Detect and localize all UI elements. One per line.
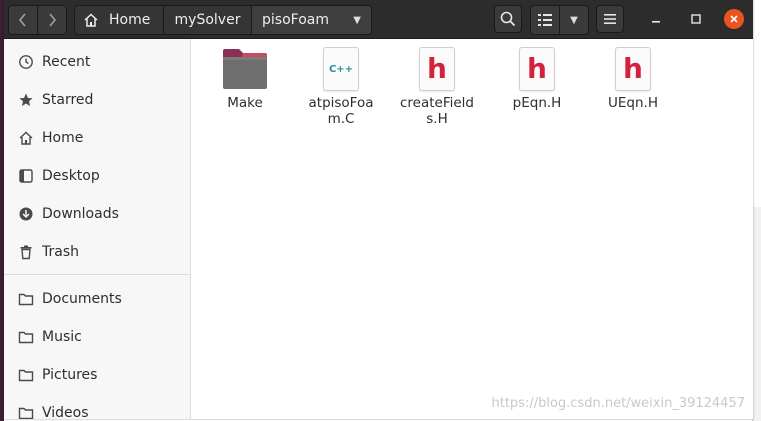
watermark: https://blog.csdn.net/weixin_39124457 bbox=[491, 396, 745, 411]
star-icon bbox=[18, 92, 34, 108]
header-file-icon: h bbox=[519, 47, 555, 91]
file-name: Make bbox=[227, 95, 263, 111]
folder-icon bbox=[223, 49, 267, 89]
chevron-down-icon: ▼ bbox=[353, 14, 361, 26]
sidebar-item-music[interactable]: Music bbox=[4, 320, 190, 354]
file-grid: Make C++ atpisoFoam.C h createFields.H h… bbox=[191, 39, 753, 419]
sidebar-item-desktop[interactable]: Desktop bbox=[4, 159, 190, 193]
folder-icon bbox=[18, 405, 34, 419]
path-pisofoam-button[interactable]: pisoFoam ▼ bbox=[251, 6, 371, 34]
chevron-down-icon: ▼ bbox=[570, 14, 578, 26]
file-name: createFields.H bbox=[399, 95, 474, 127]
sidebar-item-home[interactable]: Home bbox=[4, 121, 190, 155]
folder-icon bbox=[18, 367, 34, 383]
sidebar-item-label: Documents bbox=[42, 291, 122, 307]
header-file-icon: h bbox=[419, 47, 455, 91]
sidebar-item-videos[interactable]: Videos bbox=[4, 396, 190, 419]
desktop-icon bbox=[18, 168, 34, 184]
sidebar-item-pictures[interactable]: Pictures bbox=[4, 358, 190, 392]
sidebar-separator bbox=[4, 274, 190, 275]
path-mysolver-button[interactable]: mySolver bbox=[163, 6, 251, 34]
sidebar-item-label: Home bbox=[42, 130, 84, 146]
home-icon bbox=[83, 12, 99, 28]
list-view-icon bbox=[538, 14, 552, 26]
folder-icon bbox=[18, 329, 34, 345]
sidebar-item-starred[interactable]: Starred bbox=[4, 83, 190, 117]
folder-icon bbox=[18, 291, 34, 307]
file-item-ueqn-h[interactable]: h UEqn.H bbox=[593, 47, 673, 111]
header-bar: Home mySolver pisoFoam ▼ ▼ bbox=[4, 0, 753, 39]
sidebar-item-label: Trash bbox=[42, 244, 79, 260]
search-icon bbox=[500, 11, 516, 27]
hamburger-menu-icon bbox=[604, 14, 616, 24]
header-file-icon: h bbox=[615, 47, 651, 91]
forward-button[interactable] bbox=[37, 6, 66, 34]
header-badge: h bbox=[623, 52, 643, 85]
sidebar-item-label: Recent bbox=[42, 54, 91, 70]
file-item-createfields-h[interactable]: h createFields.H bbox=[397, 47, 477, 127]
path-mysolver-label: mySolver bbox=[174, 12, 241, 28]
file-item-atpisofoam-c[interactable]: C++ atpisoFoam.C bbox=[301, 47, 381, 127]
chevron-left-icon bbox=[18, 13, 26, 27]
list-view-button[interactable] bbox=[531, 6, 559, 34]
header-badge: h bbox=[527, 52, 547, 85]
sidebar-item-downloads[interactable]: Downloads bbox=[4, 197, 190, 231]
close-button[interactable] bbox=[724, 9, 744, 29]
nav-buttons bbox=[8, 5, 67, 35]
cpp-badge: C++ bbox=[328, 63, 354, 75]
path-pisofoam-label: pisoFoam bbox=[262, 12, 329, 28]
file-name: pEqn.H bbox=[512, 95, 562, 111]
file-manager-window: Home mySolver pisoFoam ▼ ▼ Recent Starre… bbox=[4, 0, 753, 419]
home-icon bbox=[18, 130, 34, 146]
sidebar-item-trash[interactable]: Trash bbox=[4, 235, 190, 269]
sidebar-item-label: Downloads bbox=[42, 206, 119, 222]
file-name: UEqn.H bbox=[608, 95, 658, 111]
minimize-icon bbox=[652, 21, 660, 23]
header-badge: h bbox=[427, 52, 447, 85]
file-item-make[interactable]: Make bbox=[205, 47, 285, 111]
path-bar: Home mySolver pisoFoam ▼ bbox=[74, 5, 372, 35]
cpp-file-icon: C++ bbox=[323, 47, 359, 91]
close-icon bbox=[730, 15, 738, 23]
sidebar-item-label: Pictures bbox=[42, 367, 98, 383]
maximize-icon bbox=[691, 14, 701, 24]
chevron-right-icon bbox=[49, 13, 57, 27]
sidebar-item-label: Videos bbox=[42, 405, 89, 419]
view-options-group: ▼ bbox=[530, 5, 589, 35]
view-options-dropdown[interactable]: ▼ bbox=[559, 6, 588, 34]
minimize-button[interactable] bbox=[646, 9, 666, 29]
file-name: atpisoFoam.C bbox=[308, 95, 374, 127]
sidebar-item-label: Starred bbox=[42, 92, 94, 108]
sidebar-item-recent[interactable]: Recent bbox=[4, 45, 190, 79]
sidebar-item-label: Music bbox=[42, 329, 82, 345]
path-home-label: Home bbox=[109, 12, 151, 28]
file-item-peqn-h[interactable]: h pEqn.H bbox=[497, 47, 577, 111]
background-window-edge bbox=[752, 207, 761, 421]
maximize-button[interactable] bbox=[686, 9, 706, 29]
search-button[interactable] bbox=[494, 5, 522, 33]
back-button[interactable] bbox=[9, 6, 37, 34]
sidebar-item-label: Desktop bbox=[42, 168, 100, 184]
download-icon bbox=[18, 206, 34, 222]
trash-icon bbox=[18, 244, 34, 260]
sidebar: Recent Starred Home Desktop Downloads Tr… bbox=[4, 39, 191, 419]
sidebar-item-documents[interactable]: Documents bbox=[4, 282, 190, 316]
path-home-button[interactable]: Home bbox=[75, 6, 163, 34]
menu-button[interactable] bbox=[596, 5, 624, 33]
clock-icon bbox=[18, 54, 34, 70]
